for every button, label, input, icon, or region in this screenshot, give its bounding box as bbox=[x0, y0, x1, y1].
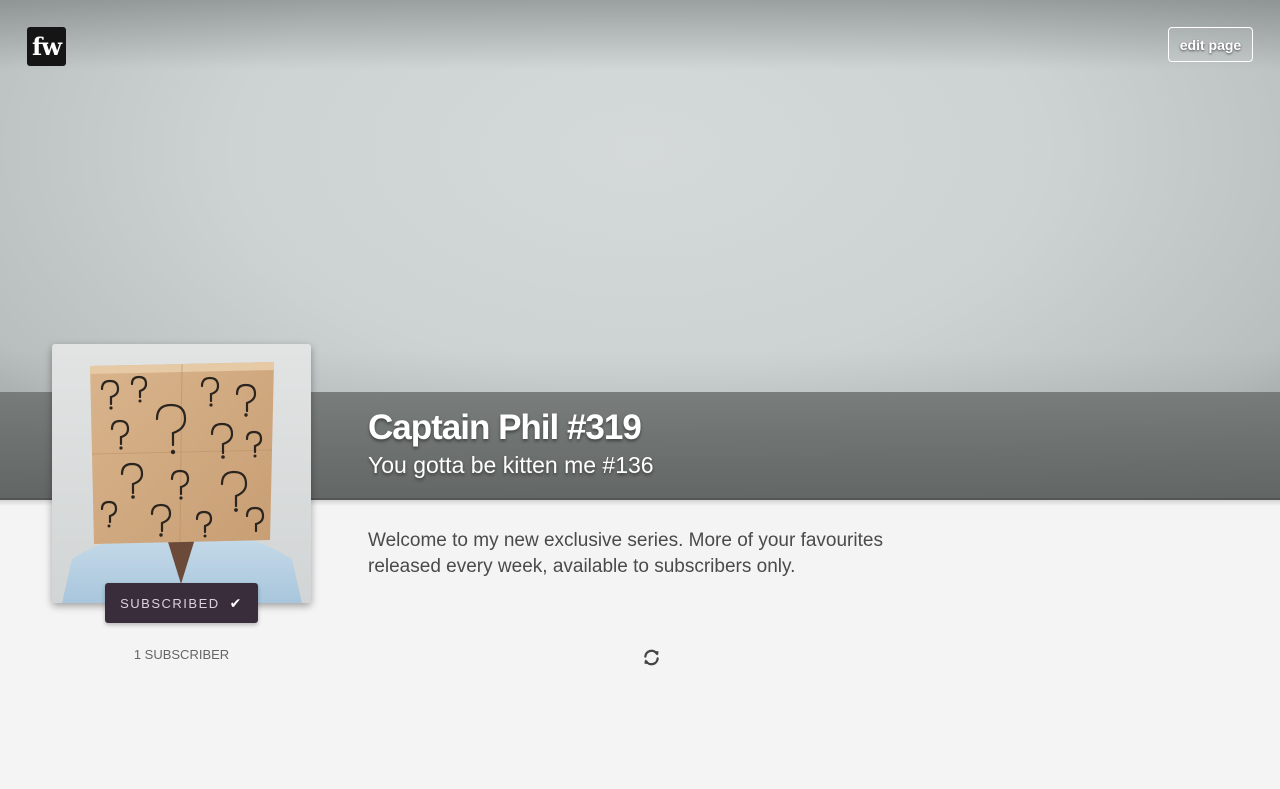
series-title: Captain Phil #319 bbox=[368, 408, 642, 447]
subscriber-count: 1 SUBSCRIBER bbox=[133, 647, 230, 662]
logo-text: fw bbox=[32, 32, 62, 61]
subscribed-label: SUBSCRIBED bbox=[120, 595, 220, 611]
subscribed-button[interactable]: SUBSCRIBED ✔ bbox=[105, 583, 258, 623]
refresh-icon[interactable] bbox=[642, 648, 661, 667]
avatar bbox=[52, 344, 311, 603]
series-description: Welcome to my new exclusive series. More… bbox=[368, 530, 883, 577]
avatar-image bbox=[62, 362, 302, 603]
edit-page-label: edit page bbox=[1179, 36, 1242, 53]
checkmark-icon: ✔ bbox=[229, 595, 243, 611]
fw-logo-icon[interactable]: fw bbox=[27, 27, 66, 66]
edit-page-button[interactable]: edit page bbox=[1168, 27, 1253, 62]
series-subtitle: You gotta be kitten me #136 bbox=[368, 452, 654, 478]
series-page: fw edit page Captain Phil #319 You gotta… bbox=[0, 0, 1280, 789]
